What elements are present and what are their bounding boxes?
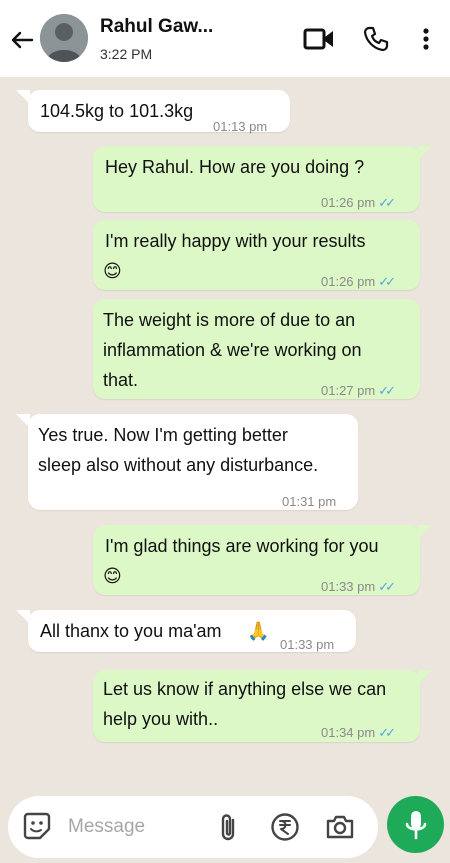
message-text: Hey Rahul. How are you doing ? (105, 157, 365, 177)
outgoing-message[interactable]: Hey Rahul. How are you doing ? 01:26 pm … (93, 146, 432, 212)
incoming-message[interactable]: 104.5kg to 101.3kg 01:13 pm (16, 90, 290, 134)
more-options-button[interactable] (414, 24, 438, 54)
sticker-button[interactable] (22, 811, 54, 843)
message-time: 01:26 pm ✓✓ (321, 188, 396, 218)
message-text: I'm glad things are working for you (105, 536, 379, 556)
more-vert-icon (423, 28, 429, 50)
message-text: 104.5kg to 101.3kg (40, 101, 194, 121)
smile-emoji-icon: 😊 (103, 261, 122, 281)
phone-icon (363, 26, 389, 52)
read-ticks-icon: ✓✓ (378, 725, 396, 740)
video-call-button[interactable] (302, 24, 336, 54)
payment-button[interactable] (270, 812, 302, 844)
incoming-message[interactable]: All thanx to you ma'am 🙏 01:33 pm (16, 610, 356, 652)
mic-icon (405, 810, 426, 839)
message-time: 01:27 pm ✓✓ (321, 376, 396, 406)
message-time: 01:13 pm (213, 119, 268, 134)
read-ticks-icon: ✓✓ (378, 274, 396, 289)
message-input[interactable]: Message (68, 816, 145, 838)
message-time: 01:31 pm (282, 494, 337, 509)
smile-emoji-icon: 😊 (103, 566, 122, 586)
rupee-icon (271, 813, 299, 841)
message-text: I'm really happy with your results (105, 231, 366, 251)
outgoing-message[interactable]: Let us know if anything else we can help… (93, 670, 432, 742)
read-ticks-icon: ✓✓ (378, 383, 396, 398)
voice-call-button[interactable] (360, 24, 392, 54)
attach-button[interactable] (214, 812, 244, 844)
message-time: 01:34 pm ✓✓ (321, 718, 396, 748)
read-ticks-icon: ✓✓ (378, 579, 396, 594)
camera-button[interactable] (324, 813, 358, 843)
camera-icon (326, 815, 354, 839)
folded-hands-emoji-icon: 🙏 (247, 621, 270, 641)
message-time: 01:33 pm (280, 637, 335, 652)
sticker-icon (23, 812, 51, 840)
incoming-message[interactable]: Yes true. Now I'm getting better sleep a… (16, 414, 358, 510)
message-list[interactable]: 104.5kg to 101.3kg 01:13 pm Hey Rahul. H… (0, 77, 450, 790)
contact-name[interactable]: Rahul Gaw... (100, 16, 213, 38)
back-button[interactable] (8, 27, 36, 53)
read-ticks-icon: ✓✓ (378, 195, 396, 210)
chat-header: Rahul Gaw... 3:22 PM (0, 0, 450, 77)
message-text: All thanx to you ma'am (40, 621, 222, 641)
message-composer[interactable]: Message (8, 796, 378, 858)
back-arrow-icon (11, 31, 34, 49)
last-seen-status: 3:22 PM (100, 46, 153, 62)
attach-icon (221, 814, 235, 841)
message-time: 01:26 pm ✓✓ (321, 267, 396, 297)
video-call-icon (303, 28, 333, 50)
message-text: Yes true. Now I'm getting better sleep a… (38, 425, 319, 475)
outgoing-message[interactable]: The weight is more of due to an inflamma… (93, 299, 420, 399)
outgoing-message[interactable]: I'm really happy with your results 😊 01:… (93, 220, 420, 290)
message-time: 01:33 pm ✓✓ (321, 572, 396, 602)
outgoing-message[interactable]: I'm glad things are working for you 😊 01… (93, 525, 432, 595)
avatar[interactable] (40, 14, 88, 62)
voice-record-button[interactable] (387, 796, 444, 853)
